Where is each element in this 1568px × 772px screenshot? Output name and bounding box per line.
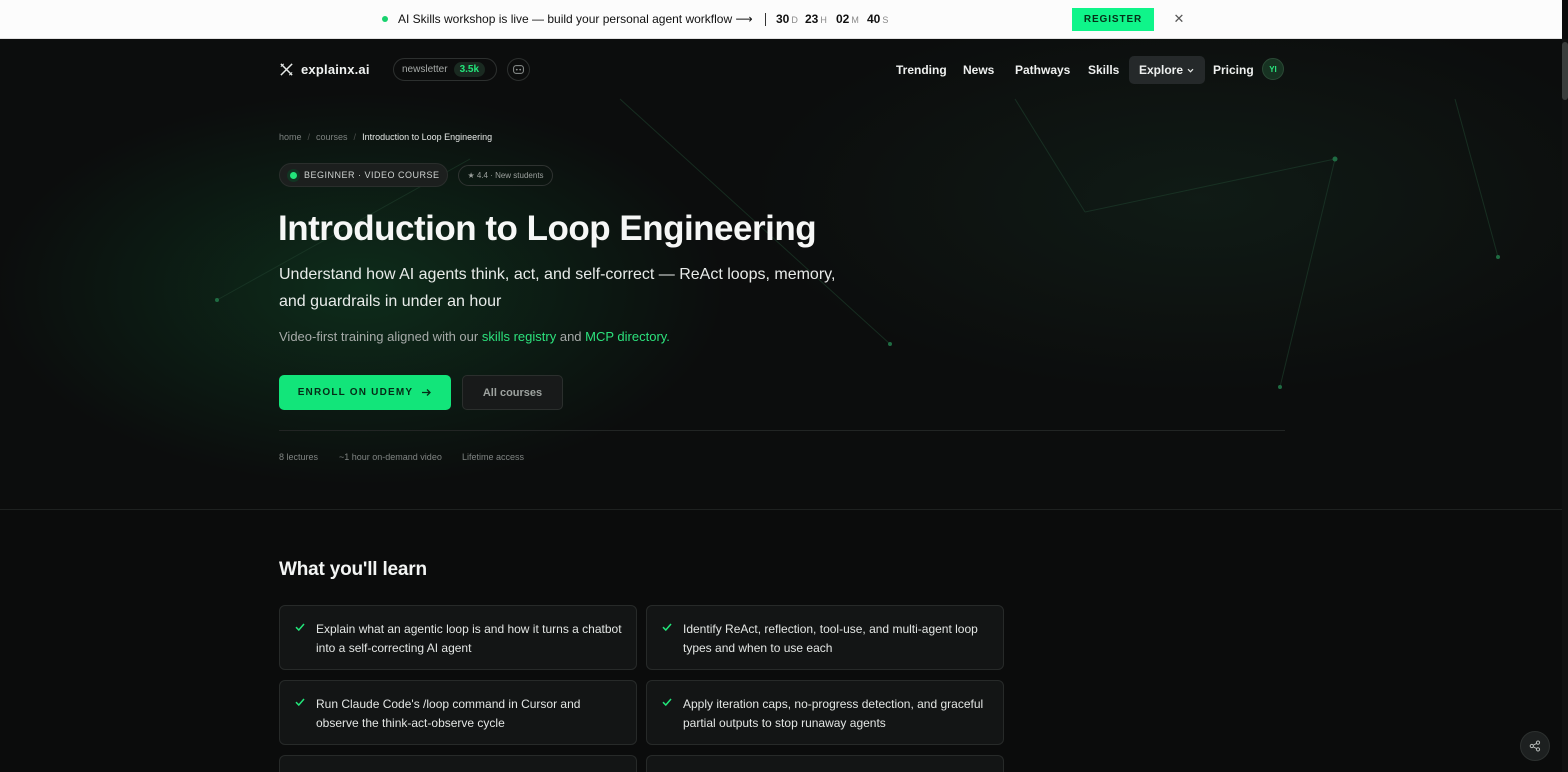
rating-badge: ★ 4.4 · New students — [458, 165, 553, 186]
breadcrumb-separator: / — [353, 132, 357, 142]
nav-pathways[interactable]: Pathways — [1015, 56, 1070, 84]
learn-item: Explain what an agentic loop is and how … — [279, 605, 637, 670]
learn-item-text: Identify ReAct, reflection, tool-use, an… — [683, 622, 978, 655]
share-button[interactable] — [1520, 731, 1550, 761]
hero-section: explainx.ai newsletter 3.5k Trending New… — [0, 39, 1562, 510]
meta-lectures: 8 lectures — [279, 452, 319, 462]
meta-access: Lifetime access — [462, 452, 525, 462]
divider — [279, 430, 1285, 431]
nav-explore[interactable]: Explore — [1129, 56, 1206, 84]
countdown-minutes: 02 M — [836, 12, 859, 26]
divider — [765, 13, 766, 26]
brand-name: explainx.ai — [301, 62, 370, 77]
discord-button[interactable] — [507, 58, 530, 81]
learn-item — [279, 755, 637, 772]
arrow-right-icon — [422, 389, 432, 396]
nav-news[interactable]: News — [963, 56, 994, 84]
mcp-directory-link[interactable]: MCP directory. — [585, 329, 670, 344]
check-icon — [662, 623, 672, 632]
discord-icon — [513, 65, 524, 74]
user-avatar[interactable]: YI — [1262, 58, 1284, 80]
learn-item-text: Apply iteration caps, no-progress detect… — [683, 697, 984, 730]
nav-explore-label: Explore — [1139, 63, 1184, 77]
learn-item: Identify ReAct, reflection, tool-use, an… — [646, 605, 1004, 670]
learn-item — [646, 755, 1004, 772]
all-courses-button[interactable]: All courses — [462, 375, 563, 410]
register-button[interactable]: REGISTER — [1072, 8, 1154, 31]
chevron-down-icon — [1187, 68, 1194, 73]
live-dot-icon — [382, 16, 388, 22]
check-icon — [295, 623, 305, 632]
support-mid: and — [556, 329, 586, 344]
countdown-seconds: 40 S — [867, 12, 889, 26]
learn-item: Apply iteration caps, no-progress detect… — [646, 680, 1004, 745]
nav-trending[interactable]: Trending — [896, 56, 947, 84]
breadcrumb-current: Introduction to Loop Engineering — [362, 132, 493, 142]
announcement-message[interactable]: AI Skills workshop is live — build your … — [398, 12, 753, 26]
nav-pricing[interactable]: Pricing — [1213, 56, 1254, 84]
page-title: Introduction to Loop Engineering — [278, 209, 817, 248]
breadcrumb-home[interactable]: home — [279, 132, 302, 142]
share-icon — [1529, 740, 1541, 752]
countdown-hours: 23 H — [805, 12, 827, 26]
enroll-button[interactable]: ENROLL ON UDEMY — [279, 375, 451, 410]
nav-skills[interactable]: Skills — [1088, 56, 1119, 84]
countdown-days: 30 D — [776, 12, 798, 26]
breadcrumb-courses[interactable]: courses — [316, 132, 348, 142]
newsletter-button[interactable]: newsletter 3.5k — [393, 58, 497, 81]
learn-item-text: Explain what an agentic loop is and how … — [316, 622, 622, 655]
newsletter-label: newsletter — [402, 64, 448, 75]
level-badge-label: BEGINNER · VIDEO COURSE — [304, 170, 440, 180]
enroll-label: ENROLL ON UDEMY — [297, 387, 414, 398]
x-logo-icon — [280, 63, 293, 76]
scrollbar-track[interactable] — [1562, 39, 1568, 772]
status-dot-icon — [290, 171, 297, 179]
learn-item: Run Claude Code's /loop command in Curso… — [279, 680, 637, 745]
support-text: Video-first training aligned with our sk… — [279, 329, 670, 344]
check-icon — [662, 698, 672, 707]
level-badge: BEGINNER · VIDEO COURSE — [279, 163, 448, 187]
brand-logo[interactable]: explainx.ai — [279, 62, 370, 77]
announcement-bar: AI Skills workshop is live — build your … — [0, 0, 1562, 39]
breadcrumb: home / courses / Introduction to Loop En… — [279, 132, 492, 142]
breadcrumb-separator: / — [307, 132, 311, 142]
skills-registry-link[interactable]: skills registry — [482, 329, 556, 344]
meta-duration: ~1 hour on-demand video — [339, 452, 442, 462]
support-prefix: Video-first training aligned with our — [279, 329, 482, 344]
check-icon — [295, 698, 305, 707]
close-icon[interactable]: ✕ — [1172, 11, 1186, 27]
newsletter-count: 3.5k — [453, 62, 486, 77]
page-subtitle: Understand how AI agents think, act, and… — [279, 266, 836, 310]
learn-item-text: Run Claude Code's /loop command in Curso… — [316, 697, 581, 730]
scrollbar-thumb[interactable] — [1562, 42, 1568, 100]
learn-section-title: What you'll learn — [279, 559, 427, 580]
